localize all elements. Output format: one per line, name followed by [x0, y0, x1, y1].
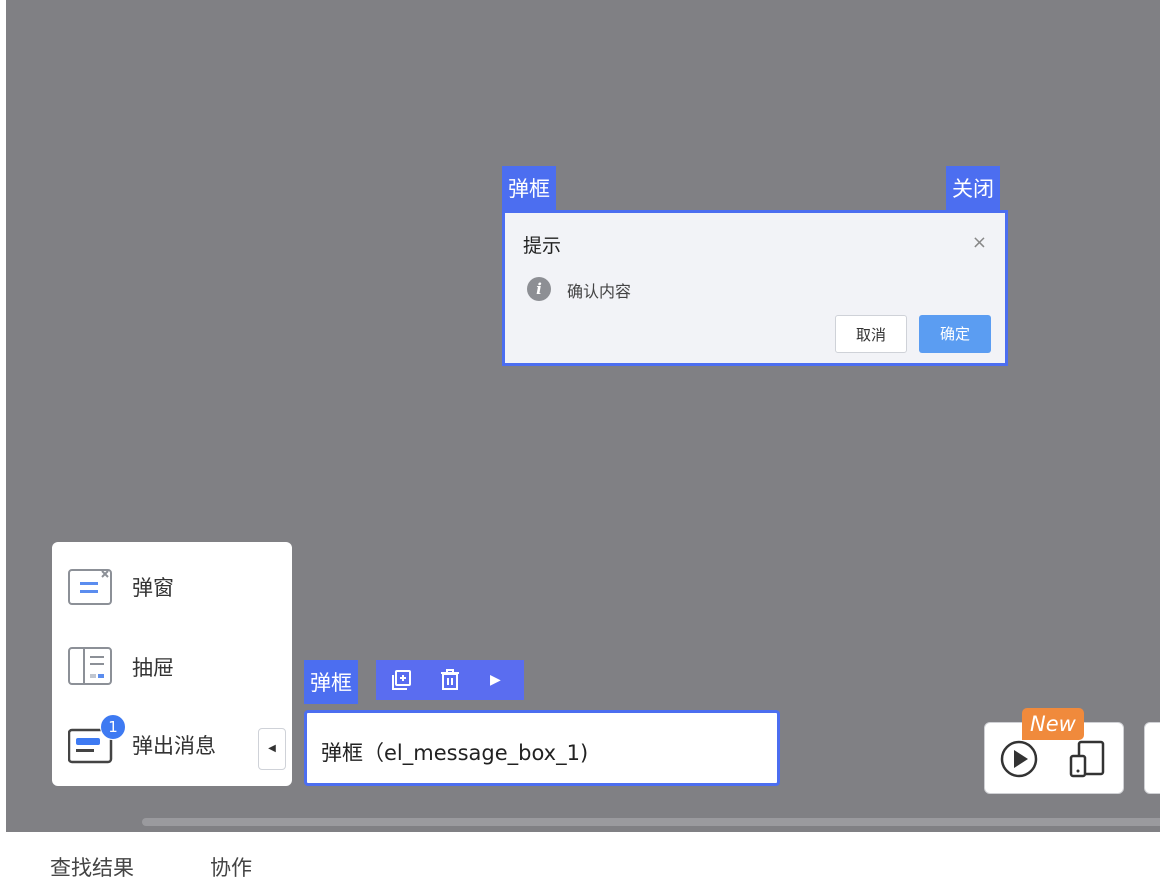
expand-icon[interactable]: ▶: [490, 668, 514, 692]
notification-badge: 1: [100, 714, 126, 740]
panel-item-label: 弹窗: [132, 576, 174, 600]
message-box-dialog[interactable]: 提示 × i 确认内容 取消 确定: [502, 210, 1008, 366]
panel-item-drawer[interactable]: 抽屉: [68, 642, 288, 690]
panel-item-label: 弹出消息: [132, 734, 216, 758]
ok-button[interactable]: 确定: [919, 315, 991, 353]
new-badge: New: [1022, 708, 1084, 740]
close-icon[interactable]: ×: [972, 233, 987, 253]
delete-icon[interactable]: [438, 668, 462, 692]
panel-item-popup-message[interactable]: 1 弹出消息 ◀: [68, 714, 288, 770]
cancel-button[interactable]: 取消: [835, 315, 907, 353]
panel-item-label: 抽屉: [132, 656, 174, 680]
collapse-icon[interactable]: ◀: [258, 728, 286, 770]
component-tag[interactable]: 弹框: [304, 660, 358, 704]
mobile-preview-icon[interactable]: [1067, 739, 1107, 779]
copy-icon[interactable]: [390, 668, 414, 692]
dialog-title: 提示: [523, 235, 562, 257]
component-label: 弹框（el_message_box_1): [321, 741, 589, 765]
dialog-message: 确认内容: [567, 282, 632, 301]
message-box-component[interactable]: 弹框（el_message_box_1): [304, 710, 780, 786]
play-icon[interactable]: [999, 739, 1039, 779]
horizontal-scrollbar[interactable]: [142, 818, 1160, 826]
dialog-tag[interactable]: 弹框: [502, 166, 556, 210]
drawer-icon: [68, 647, 112, 685]
panel-item-popup-window[interactable]: 弹窗: [68, 562, 288, 610]
preview-card-secondary[interactable]: [1144, 722, 1160, 794]
info-icon: i: [527, 277, 551, 301]
dialog-close-tag[interactable]: 关闭: [946, 166, 1000, 210]
component-toolbar: ▶: [376, 660, 524, 700]
popup-window-icon: [68, 569, 112, 605]
component-panel: 弹窗 抽屉 1 弹出消息 ◀: [52, 542, 292, 786]
